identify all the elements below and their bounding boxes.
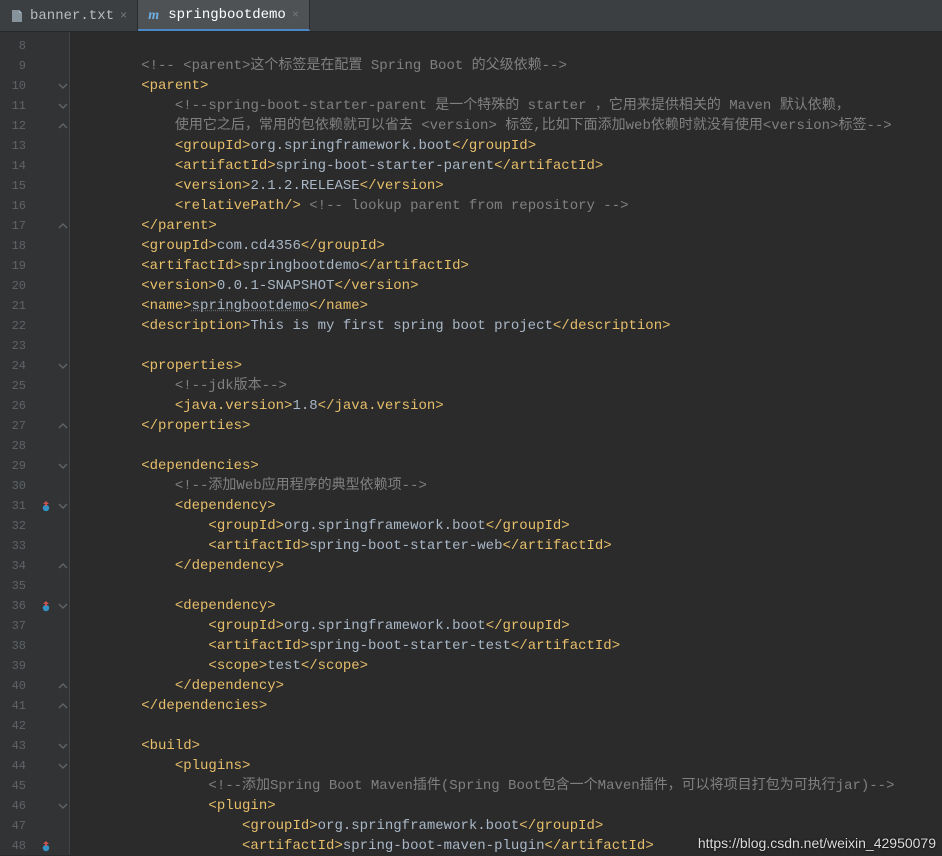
fold-open-icon[interactable]	[56, 596, 69, 616]
maven-icon: m	[148, 8, 162, 22]
fold-open-icon[interactable]	[56, 496, 69, 516]
code-line[interactable]: </parent>	[74, 216, 942, 236]
code-line[interactable]: <!-- <parent>这个标签是在配置 Spring Boot 的父级依赖-…	[74, 56, 942, 76]
fold-close-icon[interactable]	[56, 696, 69, 716]
fold-open-icon[interactable]	[56, 96, 69, 116]
code-line[interactable]: <groupId>org.springframework.boot</group…	[74, 516, 942, 536]
override-marker-icon[interactable]	[36, 496, 56, 516]
code-line[interactable]: <!--添加Spring Boot Maven插件(Spring Boot包含一…	[74, 776, 942, 796]
code-line[interactable]: <artifactId>springbootdemo</artifactId>	[74, 256, 942, 276]
tab-label: springbootdemo	[168, 7, 286, 23]
code-editor[interactable]: 8910111213141516171819202122232425262728…	[0, 32, 942, 855]
code-line[interactable]: <build>	[74, 736, 942, 756]
close-icon[interactable]: ×	[120, 9, 127, 23]
marker-gutter	[36, 32, 56, 855]
code-line[interactable]	[74, 36, 942, 56]
code-line[interactable]: <parent>	[74, 76, 942, 96]
override-marker-icon[interactable]	[36, 836, 56, 856]
fold-close-icon[interactable]	[56, 116, 69, 136]
fold-close-icon[interactable]	[56, 556, 69, 576]
code-line[interactable]: <version>0.0.1-SNAPSHOT</version>	[74, 276, 942, 296]
code-line[interactable]: <artifactId>spring-boot-starter-web</art…	[74, 536, 942, 556]
override-marker-icon[interactable]	[36, 596, 56, 616]
code-line[interactable]: <groupId>org.springframework.boot</group…	[74, 136, 942, 156]
text-file-icon	[10, 9, 24, 23]
code-line[interactable]: </dependency>	[74, 676, 942, 696]
fold-gutter	[56, 32, 70, 855]
code-line[interactable]: <relativePath/> <!-- lookup parent from …	[74, 196, 942, 216]
fold-open-icon[interactable]	[56, 756, 69, 776]
fold-open-icon[interactable]	[56, 736, 69, 756]
code-line[interactable]: </dependency>	[74, 556, 942, 576]
code-line[interactable]: <!--spring-boot-starter-parent 是一个特殊的 st…	[74, 96, 942, 116]
code-line[interactable]: <name>springbootdemo</name>	[74, 296, 942, 316]
code-line[interactable]: </dependencies>	[74, 696, 942, 716]
code-line[interactable]: <plugin>	[74, 796, 942, 816]
fold-open-icon[interactable]	[56, 76, 69, 96]
code-line[interactable]: <!--添加Web应用程序的典型依赖项-->	[74, 476, 942, 496]
fold-open-icon[interactable]	[56, 356, 69, 376]
code-line[interactable]: <artifactId>spring-boot-starter-parent</…	[74, 156, 942, 176]
code-line[interactable]: <dependency>	[74, 596, 942, 616]
close-icon[interactable]: ×	[292, 8, 299, 22]
fold-close-icon[interactable]	[56, 676, 69, 696]
editor-tabs: banner.txt × m springbootdemo ×	[0, 0, 942, 32]
code-line[interactable]: <groupId>com.cd4356</groupId>	[74, 236, 942, 256]
code-line[interactable]	[74, 336, 942, 356]
watermark-text: https://blog.csdn.net/weixin_42950079	[698, 835, 936, 851]
fold-close-icon[interactable]	[56, 416, 69, 436]
code-line[interactable]: <scope>test</scope>	[74, 656, 942, 676]
code-line[interactable]: 使用它之后，常用的包依赖就可以省去 <version> 标签,比如下面添加web…	[74, 116, 942, 136]
code-line[interactable]	[74, 576, 942, 596]
line-numbers: 8910111213141516171819202122232425262728…	[0, 32, 36, 855]
code-line[interactable]: <plugins>	[74, 756, 942, 776]
tab-banner-txt[interactable]: banner.txt ×	[0, 0, 138, 31]
code-line[interactable]	[74, 436, 942, 456]
code-line[interactable]: <groupId>org.springframework.boot</group…	[74, 816, 942, 836]
code-area[interactable]: <!-- <parent>这个标签是在配置 Spring Boot 的父级依赖-…	[70, 32, 942, 855]
code-line[interactable]: <groupId>org.springframework.boot</group…	[74, 616, 942, 636]
fold-open-icon[interactable]	[56, 456, 69, 476]
code-line[interactable]: <java.version>1.8</java.version>	[74, 396, 942, 416]
code-line[interactable]: <dependency>	[74, 496, 942, 516]
tab-label: banner.txt	[30, 8, 114, 24]
code-line[interactable]: <description>This is my first spring boo…	[74, 316, 942, 336]
code-line[interactable]: <!--jdk版本-->	[74, 376, 942, 396]
code-line[interactable]: <artifactId>spring-boot-starter-test</ar…	[74, 636, 942, 656]
code-line[interactable]: <dependencies>	[74, 456, 942, 476]
code-line[interactable]: <properties>	[74, 356, 942, 376]
code-line[interactable]: <version>2.1.2.RELEASE</version>	[74, 176, 942, 196]
tab-springbootdemo[interactable]: m springbootdemo ×	[138, 0, 310, 31]
code-line[interactable]: </properties>	[74, 416, 942, 436]
fold-open-icon[interactable]	[56, 796, 69, 816]
code-line[interactable]	[74, 716, 942, 736]
fold-close-icon[interactable]	[56, 216, 69, 236]
